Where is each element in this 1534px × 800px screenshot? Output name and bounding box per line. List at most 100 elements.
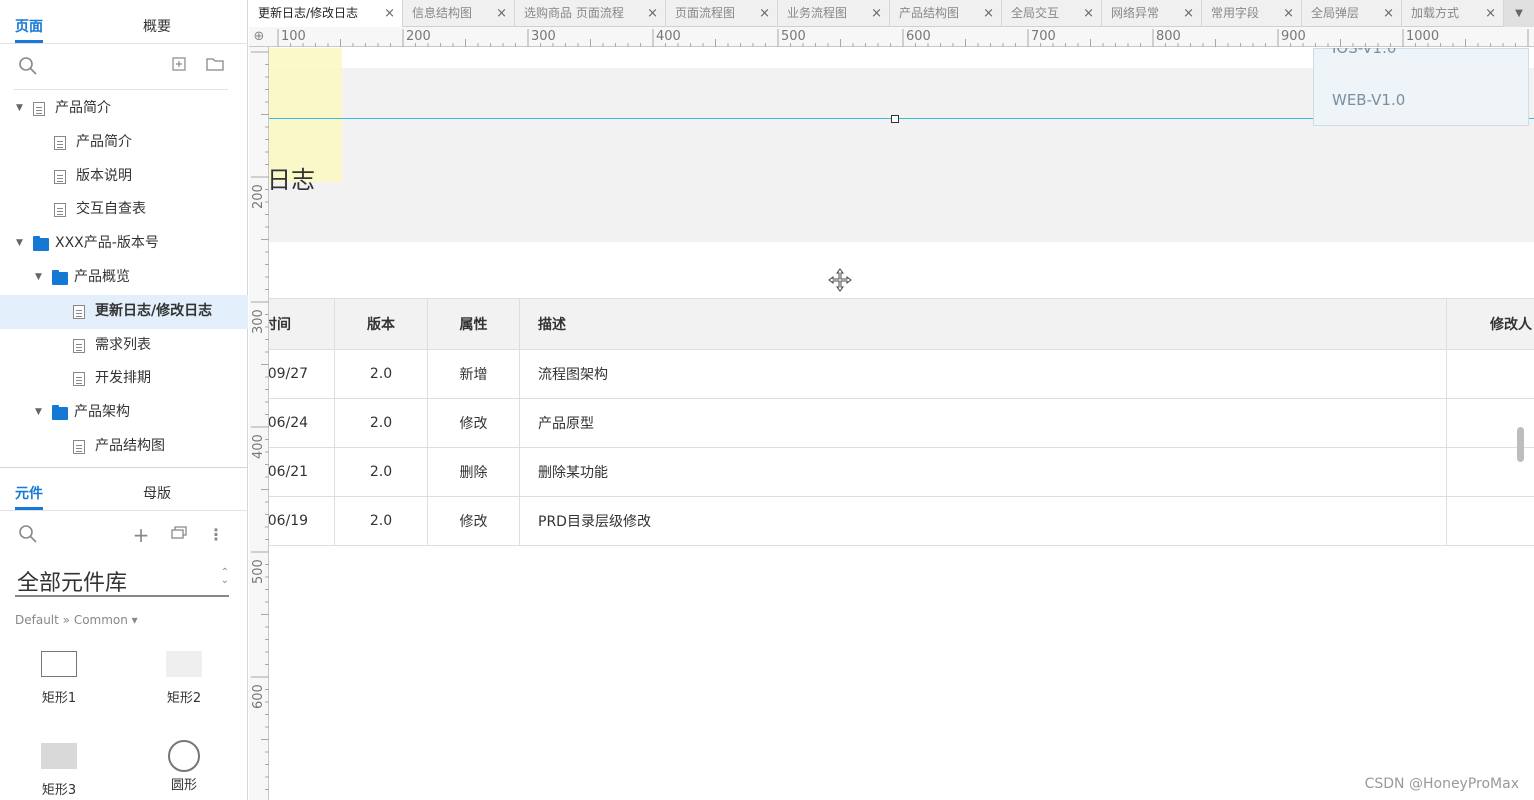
search-icon[interactable] bbox=[17, 524, 39, 546]
tab-pages[interactable]: 页面 bbox=[15, 13, 43, 43]
document-tab-label: 页面流程图 bbox=[675, 6, 736, 20]
ruler-label: 400 bbox=[251, 434, 266, 459]
document-tab[interactable]: 全局弹层 × bbox=[1302, 0, 1402, 27]
changelog-table[interactable]: 时间 版本 属性 描述 修改人 /09/272.0新增流程图架构/06/242.… bbox=[269, 298, 1534, 546]
widget-rectangle-1[interactable]: 矩形1 bbox=[19, 651, 99, 706]
components-panel-tabs: 元件 母版 bbox=[0, 480, 248, 510]
axure-workspace: 页面 概要 ▼ 产品简介 产品简介 版本说明 交互自查表 ▼ XXX产品-版本号 ▼ 产品概览更… bbox=[0, 0, 1534, 800]
tree-item-label: XXX产品-版本号 bbox=[55, 235, 159, 252]
close-icon[interactable]: × bbox=[1283, 0, 1294, 27]
table-row[interactable]: /06/242.0修改 产品原型 bbox=[269, 399, 1534, 448]
more-vertical-icon[interactable]: ⋮ bbox=[205, 524, 227, 546]
widget-circle[interactable]: 圆形 bbox=[144, 740, 224, 793]
close-icon[interactable]: × bbox=[496, 0, 507, 27]
tab-widgets[interactable]: 元件 bbox=[15, 480, 43, 510]
vertical-scrollbar-thumb[interactable] bbox=[1517, 427, 1524, 462]
plus-icon[interactable]: + bbox=[130, 524, 152, 546]
folder-icon bbox=[52, 269, 68, 285]
widget-rectangle-3[interactable]: 矩形3 bbox=[19, 743, 99, 798]
close-icon[interactable]: × bbox=[384, 0, 395, 27]
document-tab[interactable]: 信息结构图 × bbox=[403, 0, 515, 27]
document-tab[interactable]: 全局交互 × bbox=[1002, 0, 1102, 27]
document-tab[interactable]: 业务流程图 × bbox=[778, 0, 890, 27]
expand-caret-icon[interactable]: ▼ bbox=[16, 227, 23, 261]
tab-overflow-icon[interactable]: ▼ bbox=[1504, 0, 1534, 27]
close-icon[interactable]: × bbox=[1485, 0, 1496, 27]
document-tab[interactable]: 产品结构图 × bbox=[890, 0, 1002, 27]
ruler-label: 200 bbox=[251, 184, 266, 209]
table-body: /09/272.0新增流程图架构/06/242.0修改产品原型/06/212.0… bbox=[269, 350, 1534, 546]
cell-description: 产品原型 bbox=[538, 416, 594, 432]
library-select[interactable]: 全部元件库 ⌃ ⌄ bbox=[15, 563, 229, 597]
page-icon bbox=[73, 439, 85, 454]
expand-caret-icon[interactable]: ▼ bbox=[35, 261, 42, 295]
document-tab-label: 信息结构图 bbox=[412, 6, 473, 20]
document-tab[interactable]: 常用字段 × bbox=[1202, 0, 1302, 27]
page-icon bbox=[73, 304, 85, 319]
table-row[interactable]: /06/212.0删除 删除某功能 bbox=[269, 448, 1534, 497]
page-icon bbox=[54, 203, 66, 218]
document-tab[interactable]: 网络异常 × bbox=[1102, 0, 1202, 27]
search-icon[interactable] bbox=[17, 56, 39, 78]
close-icon[interactable]: × bbox=[1083, 0, 1094, 27]
close-icon[interactable]: × bbox=[759, 0, 770, 27]
resize-handle[interactable] bbox=[891, 115, 899, 123]
expand-caret-icon[interactable]: ▼ bbox=[35, 396, 42, 430]
dropdown-option[interactable]: IOS-V1.0 bbox=[1332, 48, 1396, 57]
document-tab-label: 全局交互 bbox=[1011, 6, 1060, 20]
document-tab-label: 选购商品 页面流程 bbox=[524, 6, 624, 20]
close-icon[interactable]: × bbox=[647, 0, 658, 27]
document-tab-label: 全局弹层 bbox=[1311, 6, 1360, 20]
close-icon[interactable]: × bbox=[871, 0, 882, 27]
page-icon bbox=[73, 372, 85, 387]
add-folder-icon[interactable] bbox=[204, 56, 226, 78]
document-tab[interactable]: 更新日志/修改日志 × bbox=[249, 0, 403, 27]
tree-item[interactable]: 产品结构图 bbox=[0, 430, 248, 464]
tab-outline[interactable]: 概要 bbox=[143, 13, 171, 41]
tree-item[interactable]: ▼ XXX产品-版本号 bbox=[0, 227, 248, 261]
close-icon[interactable]: × bbox=[983, 0, 994, 27]
add-page-icon[interactable] bbox=[168, 56, 190, 78]
library-breadcrumb[interactable]: Default » Common ▾ bbox=[15, 613, 138, 627]
document-tab[interactable]: 选购商品 页面流程 × bbox=[515, 0, 666, 27]
tree-item[interactable]: 版本说明 bbox=[0, 160, 248, 194]
cell-attribute: 新增 bbox=[428, 350, 520, 398]
design-canvas[interactable]: 日志 IOS-V1.0 WEB-V1.0 时间 版本 属性 描述 修改人 /09… bbox=[269, 48, 1534, 800]
vertical-ruler[interactable]: 200300400500600700 bbox=[249, 47, 269, 800]
tree-item[interactable]: ▼ 产品概览 bbox=[0, 261, 248, 295]
library-stack-icon[interactable] bbox=[168, 524, 190, 546]
tree-item[interactable]: 交互自查表 bbox=[0, 193, 248, 227]
document-tab-bar: 更新日志/修改日志 × 信息结构图 × 选购商品 页面流程 × 页面流程图 × 业务流程图 × 产品… bbox=[249, 0, 1534, 27]
page-title[interactable]: 日志 bbox=[269, 160, 315, 195]
tree-item[interactable]: ▼ 产品架构 bbox=[0, 396, 248, 430]
cell-time: /09/27 bbox=[269, 350, 335, 398]
cell-attribute: 删除 bbox=[428, 448, 520, 496]
widget-rectangle-2[interactable]: 矩形2 bbox=[144, 651, 224, 706]
page-icon bbox=[73, 338, 85, 353]
ruler-label: 400 bbox=[656, 29, 681, 44]
table-row[interactable]: /06/192.0修改 PRD目录层级修改 bbox=[269, 497, 1534, 546]
dropdown-option[interactable]: WEB-V1.0 bbox=[1332, 91, 1405, 109]
widget-label: 矩形1 bbox=[41, 691, 77, 706]
document-tab[interactable]: 加载方式 × bbox=[1402, 0, 1504, 27]
tree-item[interactable]: 更新日志/修改日志 bbox=[0, 294, 248, 329]
close-icon[interactable]: × bbox=[1383, 0, 1394, 27]
pages-panel-tabs: 页面 概要 bbox=[0, 13, 248, 43]
components-panel: 元件 母版 + ⋮ 全部元件库 ⌃ ⌄ Default » Common ▾ 矩… bbox=[0, 467, 248, 800]
library-title: 全部元件库 bbox=[17, 571, 128, 596]
expand-caret-icon[interactable]: ▼ bbox=[16, 92, 23, 126]
table-row[interactable]: /09/272.0新增 流程图架构 bbox=[269, 350, 1534, 399]
cell-version: 2.0 bbox=[335, 350, 428, 398]
page-tree: ▼ 产品简介 产品简介 版本说明 交互自查表 ▼ XXX产品-版本号 ▼ 产品概览 更新日志/修改… bbox=[0, 92, 248, 464]
close-icon[interactable]: × bbox=[1183, 0, 1194, 27]
tree-item[interactable]: 开发排期 bbox=[0, 362, 248, 396]
cell-version: 2.0 bbox=[335, 497, 428, 545]
horizontal-ruler[interactable]: ⊕ 100 200 300 400 500 600 700 800 900 1000 bbox=[249, 27, 1534, 47]
document-tab[interactable]: 页面流程图 × bbox=[666, 0, 778, 27]
tab-masters[interactable]: 母版 bbox=[143, 480, 171, 508]
tree-item[interactable]: 产品简介 bbox=[0, 126, 248, 160]
version-dropdown-list[interactable]: IOS-V1.0 WEB-V1.0 bbox=[1313, 48, 1529, 126]
tree-item[interactable]: 需求列表 bbox=[0, 329, 248, 363]
move-cursor-icon bbox=[828, 268, 852, 298]
tree-item[interactable]: ▼ 产品简介 bbox=[0, 92, 248, 126]
